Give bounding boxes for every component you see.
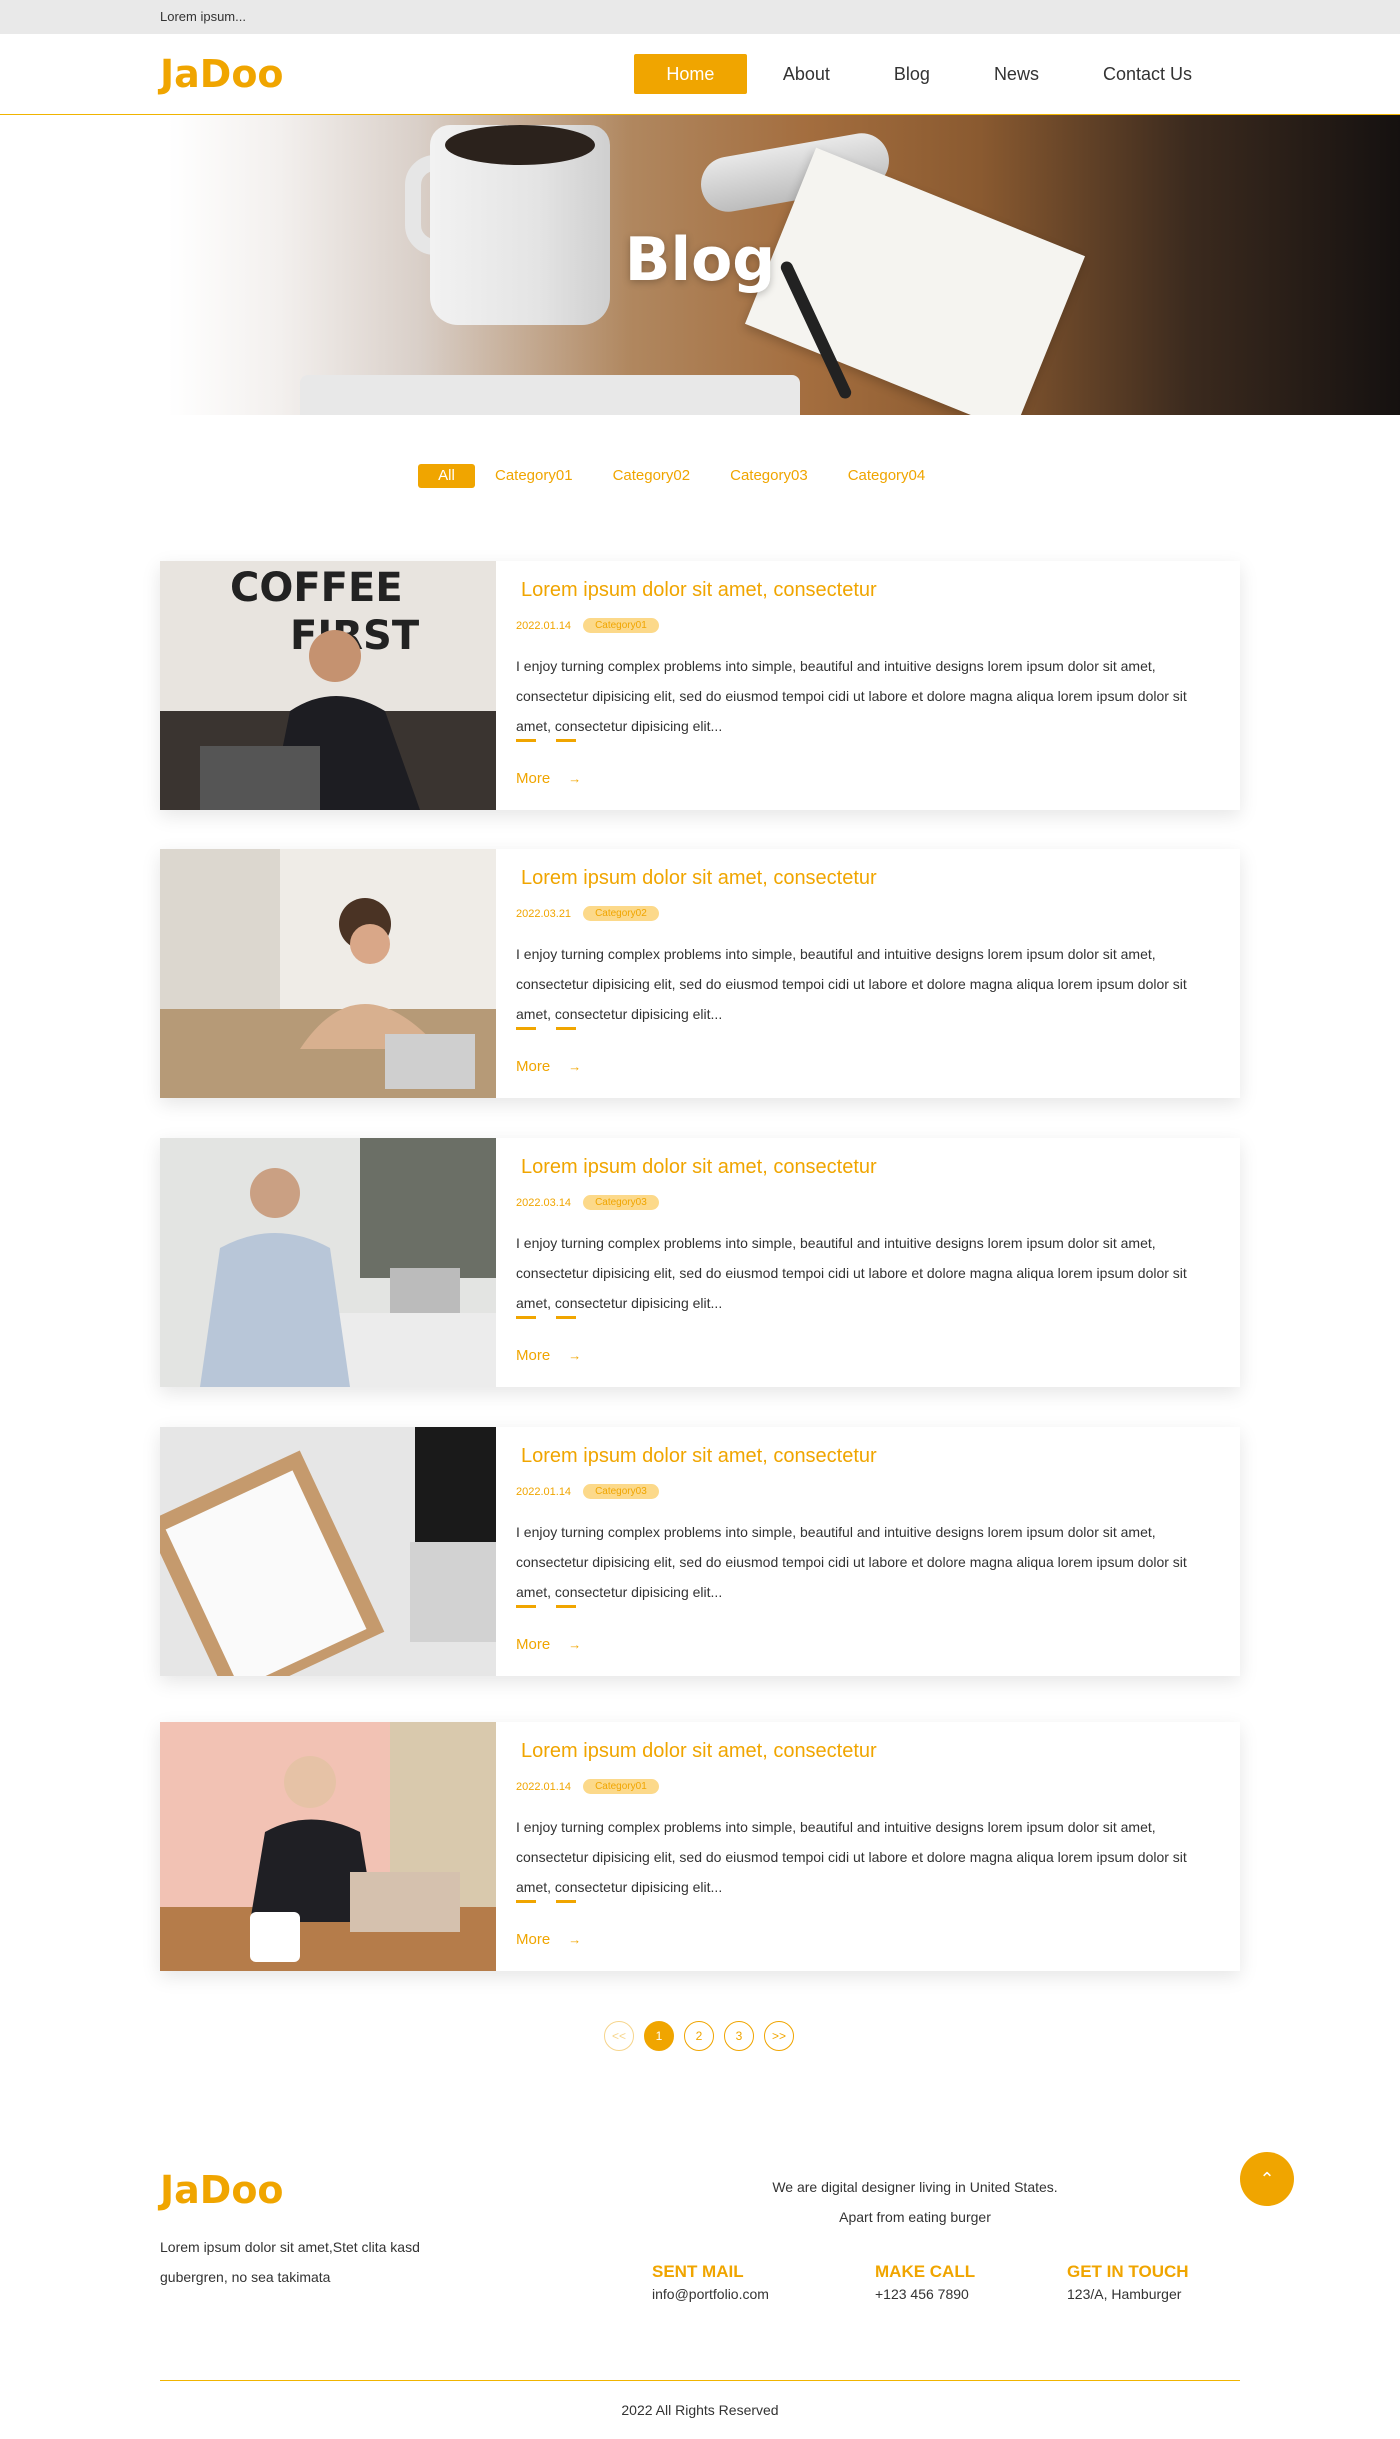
post-excerpt: I enjoy turning complex problems into si… — [516, 1819, 1187, 1895]
post-thumbnail[interactable] — [160, 1427, 496, 1676]
post-title[interactable]: Lorem ipsum dolor sit amet, consectetur — [521, 1156, 877, 1179]
hero-banner: Blog — [0, 115, 1400, 415]
read-more-link[interactable]: More → — [516, 1636, 581, 1653]
site-header: JaDoo Home About Blog News Contact Us — [0, 34, 1400, 115]
post-meta: 2022.01.14 Category01 — [516, 1779, 659, 1794]
svg-text:COFFEE: COFFEE — [230, 565, 403, 611]
copyright: 2022 All Rights Reserved — [621, 2402, 779, 2418]
nav-contact-us[interactable]: Contact Us — [1075, 54, 1220, 94]
post-thumbnail[interactable] — [160, 1722, 496, 1971]
contact-mail: SENT MAIL info@portfolio.com — [652, 2262, 769, 2302]
filter-category04[interactable]: Category04 — [848, 464, 926, 488]
top-bar-text: Lorem ipsum... — [160, 9, 246, 24]
footer-description: Lorem ipsum dolor sit amet,Stet clita ka… — [160, 2239, 420, 2285]
filter-all[interactable]: All — [418, 464, 475, 488]
arrow-right-icon: → — [568, 1637, 582, 1652]
footer-logo[interactable]: JaDoo — [160, 2168, 284, 2212]
footer-tagline: We are digital designer living in United… — [650, 2172, 1180, 2232]
post-divider — [516, 1900, 576, 1903]
post-divider — [516, 1605, 576, 1608]
footer-divider — [160, 2380, 1240, 2381]
category-filters: All Category01 Category02 Category03 Cat… — [418, 464, 965, 488]
nav-news[interactable]: News — [966, 54, 1067, 94]
post-date: 2022.03.21 — [516, 907, 572, 920]
post-category-badge[interactable]: Category02 — [583, 906, 659, 921]
top-bar: Lorem ipsum... — [0, 0, 1400, 34]
contact-call-title: MAKE CALL — [875, 2262, 976, 2281]
contact-mail-title: SENT MAIL — [652, 2262, 744, 2281]
contact-address-value: 123/A, Hamburger — [1067, 2286, 1182, 2302]
nav-about[interactable]: About — [755, 54, 858, 94]
post-thumbnail[interactable]: COFFEE FIRST — [160, 561, 496, 810]
contact-mail-value[interactable]: info@portfolio.com — [652, 2286, 769, 2302]
blog-post-card: Lorem ipsum dolor sit amet, consectetur … — [160, 1138, 1240, 1387]
post-divider — [516, 739, 576, 742]
blog-post-card: Lorem ipsum dolor sit amet, consectetur … — [160, 1722, 1240, 1971]
post-title[interactable]: Lorem ipsum dolor sit amet, consectetur — [521, 867, 877, 890]
post-meta: 2022.03.21 Category02 — [516, 906, 659, 921]
pagination-page-3[interactable]: 3 — [724, 2021, 754, 2051]
post-thumbnail[interactable] — [160, 849, 496, 1098]
filter-category02[interactable]: Category02 — [613, 464, 691, 488]
post-meta: 2022.01.14 Category01 — [516, 618, 659, 633]
chevron-up-icon: ⌃ — [1259, 2168, 1275, 2189]
footer-tagline-line-2: Apart from eating burger — [839, 2209, 991, 2225]
site-logo[interactable]: JaDoo — [160, 52, 284, 96]
post-category-badge[interactable]: Category03 — [583, 1484, 659, 1499]
post-date: 2022.03.14 — [516, 1196, 572, 1209]
filter-category03[interactable]: Category03 — [730, 464, 808, 488]
read-more-link[interactable]: More → — [516, 1347, 581, 1364]
arrow-right-icon: → — [568, 771, 582, 786]
hero-laptop — [300, 375, 800, 415]
post-date: 2022.01.14 — [516, 619, 572, 632]
contact-address-title: GET IN TOUCH — [1067, 2262, 1189, 2281]
contact-call: MAKE CALL +123 456 7890 — [875, 2262, 975, 2302]
post-date: 2022.01.14 — [516, 1780, 572, 1793]
post-category-badge[interactable]: Category03 — [583, 1195, 659, 1210]
pagination-page-1[interactable]: 1 — [644, 2021, 674, 2051]
nav-home[interactable]: Home — [633, 54, 747, 94]
post-excerpt: I enjoy turning complex problems into si… — [516, 946, 1187, 1022]
post-title[interactable]: Lorem ipsum dolor sit amet, consectetur — [521, 1740, 877, 1763]
post-thumbnail[interactable] — [160, 1138, 496, 1387]
read-more-link[interactable]: More → — [516, 1058, 581, 1075]
contact-call-value[interactable]: +123 456 7890 — [875, 2286, 975, 2302]
read-more-link[interactable]: More → — [516, 1931, 581, 1948]
post-title[interactable]: Lorem ipsum dolor sit amet, consectetur — [521, 579, 877, 602]
post-category-badge[interactable]: Category01 — [583, 1779, 659, 1794]
post-divider — [516, 1027, 576, 1030]
arrow-right-icon: → — [568, 1348, 582, 1363]
post-category-badge[interactable]: Category01 — [583, 618, 659, 633]
back-to-top-button[interactable]: ⌃ — [1240, 2152, 1294, 2206]
post-excerpt: I enjoy turning complex problems into si… — [516, 1524, 1187, 1600]
post-excerpt: I enjoy turning complex problems into si… — [516, 658, 1187, 734]
filter-category01[interactable]: Category01 — [495, 464, 573, 488]
contact-address: GET IN TOUCH 123/A, Hamburger — [1067, 2262, 1189, 2302]
read-more-link[interactable]: More → — [516, 770, 581, 787]
page-title: Blog — [624, 225, 776, 295]
blog-post-card: COFFEE FIRST Lorem ipsum dolor sit amet,… — [160, 561, 1240, 810]
main-nav: Home About Blog News Contact Us — [626, 54, 1220, 94]
arrow-right-icon: → — [568, 1059, 582, 1074]
post-divider — [516, 1316, 576, 1319]
post-title[interactable]: Lorem ipsum dolor sit amet, consectetur — [521, 1445, 877, 1468]
pagination: << 1 2 3 >> — [604, 2021, 794, 2051]
blog-post-card: Lorem ipsum dolor sit amet, consectetur … — [160, 1427, 1240, 1676]
post-meta: 2022.01.14 Category03 — [516, 1484, 659, 1499]
post-meta: 2022.03.14 Category03 — [516, 1195, 659, 1210]
nav-blog[interactable]: Blog — [866, 54, 958, 94]
hero-coffee — [445, 125, 595, 165]
blog-post-card: Lorem ipsum dolor sit amet, consectetur … — [160, 849, 1240, 1098]
footer-tagline-line-1: We are digital designer living in United… — [772, 2179, 1058, 2195]
pagination-next[interactable]: >> — [764, 2021, 794, 2051]
pagination-prev[interactable]: << — [604, 2021, 634, 2051]
post-date: 2022.01.14 — [516, 1485, 572, 1498]
pagination-page-2[interactable]: 2 — [684, 2021, 714, 2051]
post-excerpt: I enjoy turning complex problems into si… — [516, 1235, 1187, 1311]
arrow-right-icon: → — [568, 1932, 582, 1947]
